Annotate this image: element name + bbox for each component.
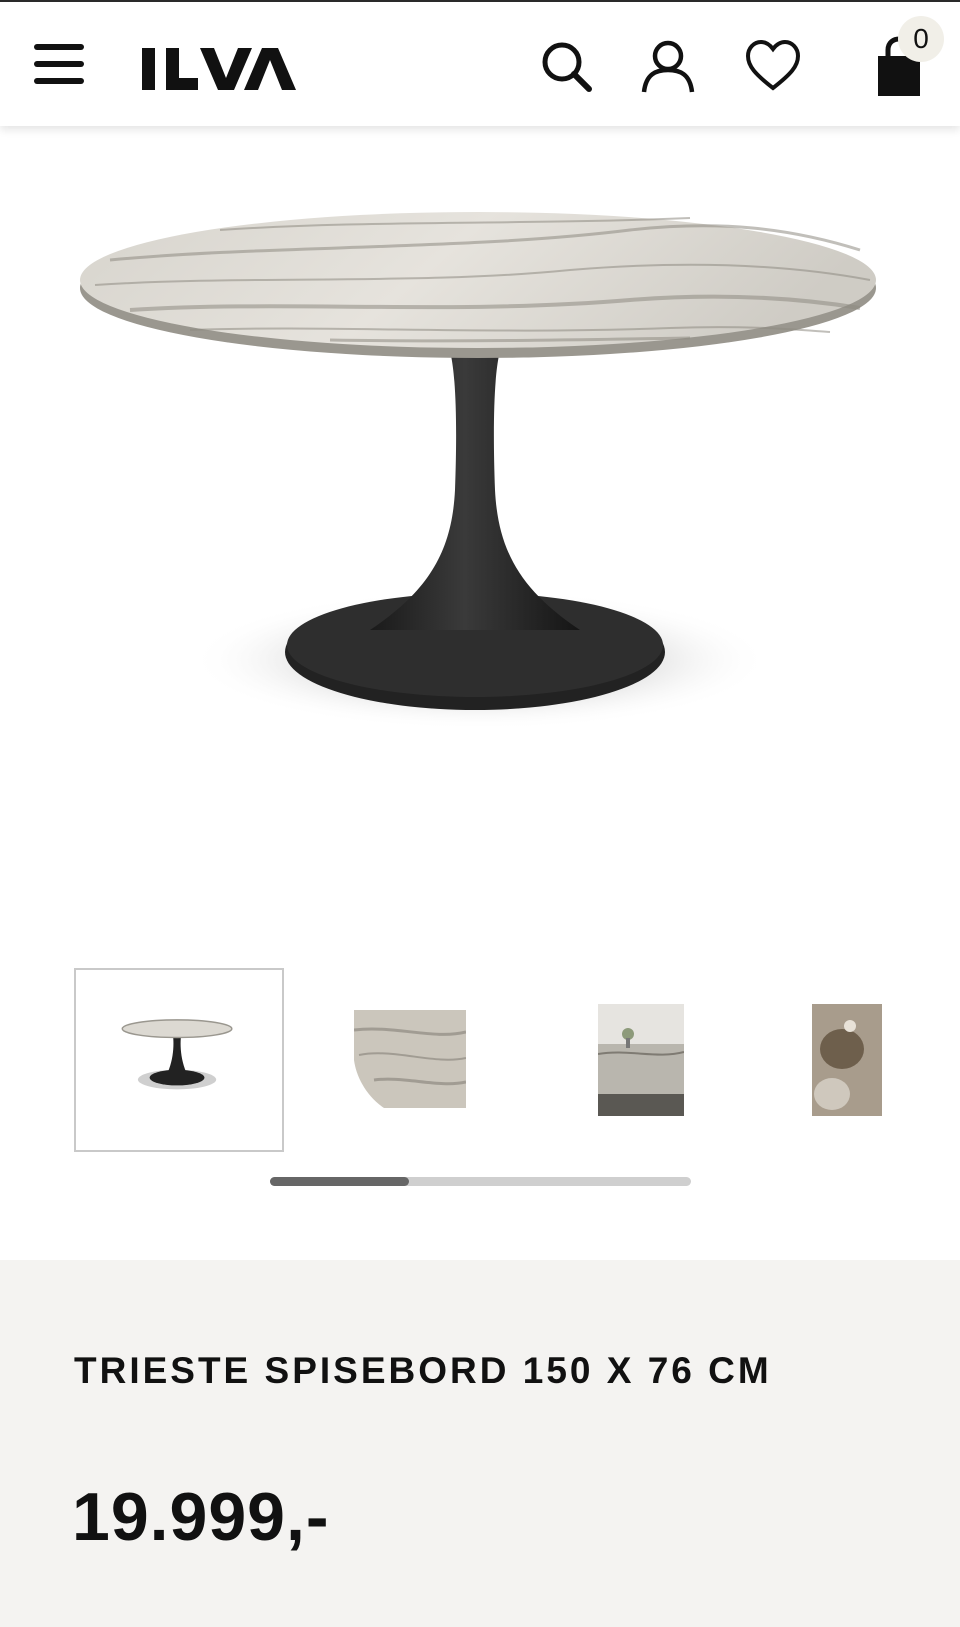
- thumbnail-strip: [74, 968, 894, 1152]
- menu-icon[interactable]: [34, 44, 88, 90]
- product-main-image[interactable]: [70, 190, 890, 830]
- product-info-panel: TRIESTE SPISEBORD 150 X 76 CM 19.999,-: [0, 1260, 960, 1627]
- product-brand: TRIESTE: [74, 1350, 252, 1391]
- gallery-scrollbar-thumb[interactable]: [270, 1177, 409, 1186]
- user-icon[interactable]: [640, 38, 696, 94]
- thumbnail-table-styled-room[interactable]: [536, 968, 746, 1152]
- ilva-logo[interactable]: [142, 46, 298, 92]
- product-name: SPISEBORD 150 X 76 CM: [264, 1350, 772, 1391]
- product-title: TRIESTE SPISEBORD 150 X 76 CM: [74, 1350, 772, 1392]
- gallery-scrollbar[interactable]: [270, 1177, 691, 1186]
- site-header: 0: [0, 2, 960, 126]
- heart-icon[interactable]: [745, 38, 801, 94]
- product-price: 19.999,-: [72, 1479, 330, 1555]
- thumbnail-marble-closeup[interactable]: [310, 968, 520, 1152]
- logo-wordmark: [142, 48, 296, 90]
- cart-count-badge[interactable]: 0: [898, 16, 944, 62]
- thumbnail-marble-tabletop-decor[interactable]: [762, 968, 960, 1152]
- thumbnail-table-product[interactable]: [74, 968, 284, 1152]
- search-icon[interactable]: [538, 38, 594, 94]
